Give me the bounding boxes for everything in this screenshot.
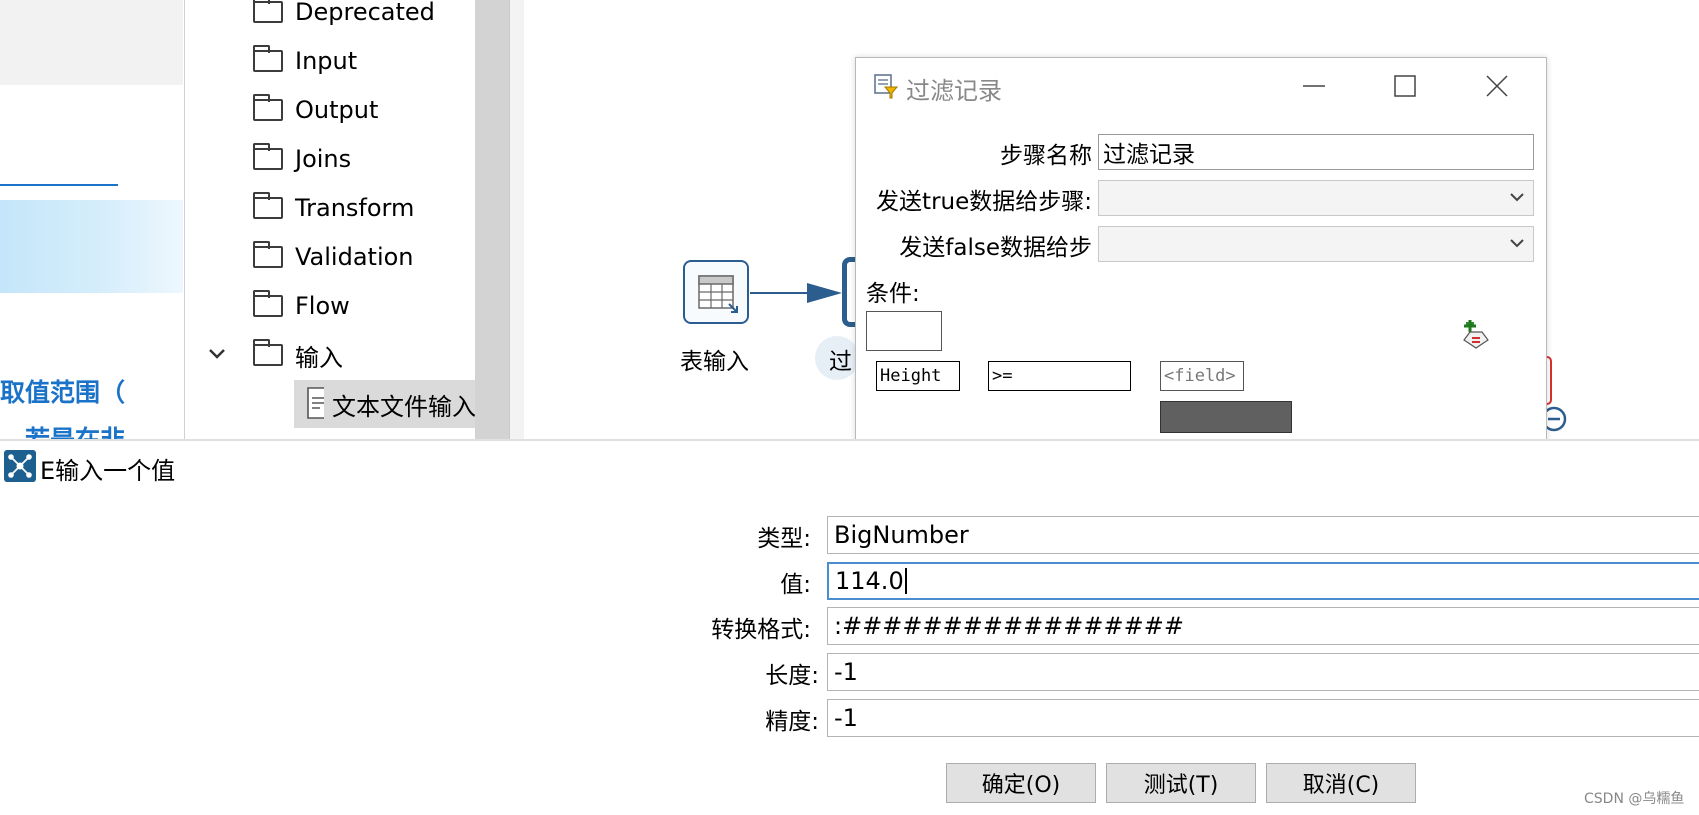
chevron-down-icon	[1510, 193, 1524, 202]
value-label: 值:	[780, 572, 811, 598]
condition-field[interactable]: Height	[876, 361, 960, 391]
condition-operator[interactable]: >=	[988, 361, 1131, 391]
tree-item-label: 文本文件输入	[332, 392, 476, 421]
tree-folder-label: Joins	[295, 145, 352, 173]
tree-folder-label: Deprecated	[295, 0, 435, 26]
folder-icon	[253, 339, 283, 366]
tree-folder-label: Transform	[295, 194, 415, 222]
filter-dialog-title: 过滤记录	[906, 77, 1002, 105]
ok-button[interactable]: 确定(O)	[946, 763, 1096, 803]
add-condition-icon[interactable]	[1460, 320, 1490, 350]
folder-icon	[253, 290, 283, 317]
steps-tree-panel: Deprecated Input Output Joins Transform …	[184, 0, 476, 440]
tree-folder-flow[interactable]: Flow	[253, 286, 350, 326]
step-name-input[interactable]: 过滤记录	[1098, 134, 1534, 170]
article-highlight-band	[0, 200, 183, 293]
step-name-label: 步骤名称	[1000, 143, 1092, 169]
text-cursor	[904, 568, 907, 594]
format-input[interactable]: :#################	[827, 607, 1699, 645]
filter-rows-icon	[874, 74, 899, 99]
folder-icon	[253, 0, 283, 23]
send-true-label: 发送true数据给步骤:	[876, 189, 1092, 215]
article-text-line-1: 取值范围（	[0, 378, 126, 407]
article-header-band	[0, 0, 183, 85]
panel-splitter[interactable]	[509, 0, 525, 440]
value-text: 114.0	[835, 567, 904, 595]
tree-folder-label: Validation	[295, 243, 414, 271]
type-field[interactable]: BigNumber	[827, 516, 1699, 554]
step-table-input[interactable]	[683, 260, 749, 324]
precision-input[interactable]: -1	[827, 699, 1699, 737]
condition-label: 条件:	[866, 281, 920, 307]
step-filter-rows-edge[interactable]	[842, 257, 856, 327]
step-table-input-label: 表输入	[680, 349, 749, 375]
tree-folder-input[interactable]: Input	[253, 41, 357, 81]
spoon-app-icon	[4, 450, 36, 482]
maximize-icon[interactable]	[1392, 73, 1418, 99]
value-dialog-title: E输入一个值	[40, 457, 176, 485]
folder-icon	[253, 192, 283, 219]
chevron-down-icon	[1510, 239, 1524, 248]
tree-folder-label: Input	[295, 47, 358, 75]
test-button[interactable]: 测试(T)	[1106, 763, 1256, 803]
value-input[interactable]: 114.0	[827, 562, 1699, 600]
tree-folder-input-cn[interactable]: 输入	[253, 335, 343, 375]
precision-label: 精度:	[765, 709, 819, 735]
folder-icon	[253, 45, 283, 72]
filter-rows-dialog: 过滤记录 步骤名称 过滤记录 发送true数据给步骤: 发送false数据给步 …	[855, 57, 1547, 442]
tree-folder-label: Output	[295, 96, 379, 124]
send-false-select[interactable]	[1098, 226, 1534, 262]
minimize-icon[interactable]	[1301, 73, 1327, 99]
watermark: CSDN @乌糯鱼	[1584, 791, 1685, 807]
text-file-input-icon	[307, 387, 324, 419]
send-true-select[interactable]	[1098, 180, 1534, 216]
tree-folder-label: 输入	[295, 343, 343, 372]
tree-folder-output[interactable]: Output	[253, 90, 378, 130]
article-underline	[0, 184, 118, 186]
format-label: 转换格式:	[711, 617, 811, 643]
close-icon[interactable]	[1484, 73, 1510, 99]
tree-item-text-file-input[interactable]: 文本文件输入	[294, 380, 476, 428]
condition-value-box[interactable]	[1160, 401, 1292, 433]
step-filter-label: 过	[829, 349, 852, 375]
length-input[interactable]: -1	[827, 653, 1699, 691]
length-label: 长度:	[765, 663, 819, 689]
background-article: 取值范围（ 若是在非	[0, 0, 183, 440]
article-text-line-2: 若是在非	[25, 425, 126, 440]
folder-icon	[253, 94, 283, 121]
type-label: 类型:	[757, 526, 811, 552]
chevron-down-icon[interactable]	[207, 347, 227, 361]
tree-folder-transform[interactable]: Transform	[253, 188, 414, 228]
table-input-icon	[698, 275, 738, 313]
tree-folder-label: Flow	[295, 292, 350, 320]
folder-icon	[253, 143, 283, 170]
filter-dialog-titlebar[interactable]: 过滤记录	[856, 58, 1546, 112]
tree-folder-validation[interactable]: Validation	[253, 237, 414, 277]
condition-value-field[interactable]: <field>	[1160, 361, 1244, 391]
tree-folder-deprecated[interactable]: Deprecated	[253, 0, 435, 32]
tree-scrollbar[interactable]	[475, 0, 509, 440]
tree-folder-joins[interactable]: Joins	[253, 139, 351, 179]
folder-icon	[253, 241, 283, 268]
condition-negate-box[interactable]	[866, 311, 942, 351]
send-false-label: 发送false数据给步	[899, 235, 1092, 261]
cancel-button[interactable]: 取消(C)	[1266, 763, 1416, 803]
